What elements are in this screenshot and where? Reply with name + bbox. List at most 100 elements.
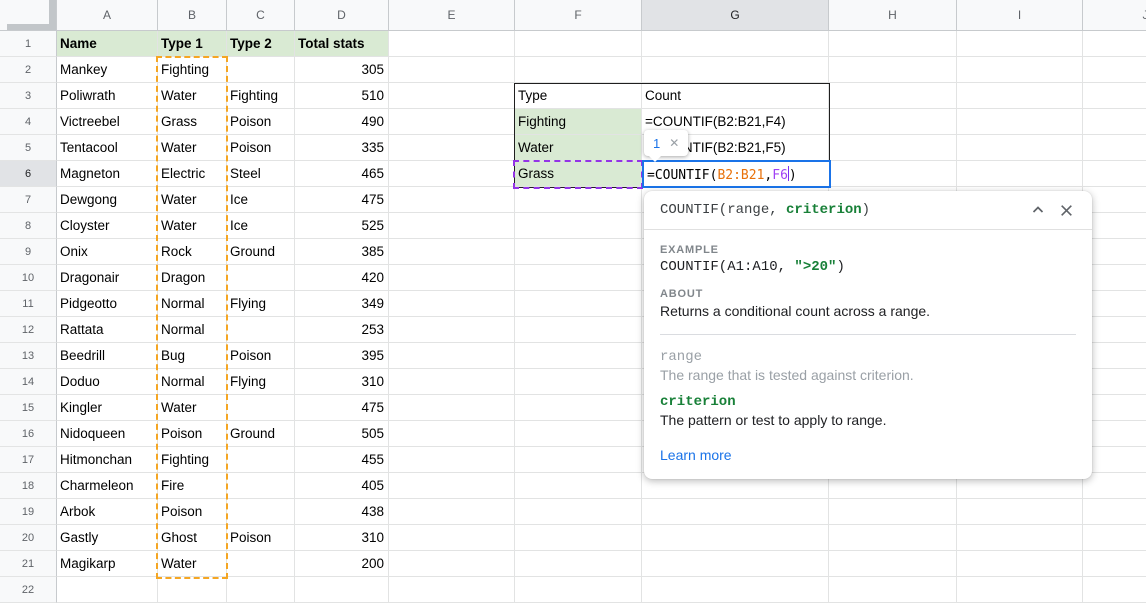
row-header-17[interactable]: 17 xyxy=(0,447,57,473)
cell-F18[interactable] xyxy=(515,473,642,499)
cell-A14[interactable]: Doduo xyxy=(57,369,158,395)
cell-E17[interactable] xyxy=(389,447,515,473)
cell-J21[interactable] xyxy=(1083,551,1146,577)
cell-J2[interactable] xyxy=(1083,57,1146,83)
cell-J8[interactable] xyxy=(1083,213,1146,239)
cell-C6[interactable]: Steel xyxy=(227,161,295,187)
cell-C8[interactable]: Ice xyxy=(227,213,295,239)
cell-J10[interactable] xyxy=(1083,265,1146,291)
cell-D6[interactable]: 465 xyxy=(295,161,389,187)
cell-F9[interactable] xyxy=(515,239,642,265)
cell-J20[interactable] xyxy=(1083,525,1146,551)
cell-F22[interactable] xyxy=(515,577,642,603)
cell-C16[interactable]: Ground xyxy=(227,421,295,447)
cell-F1[interactable] xyxy=(515,31,642,57)
cell-D19[interactable]: 438 xyxy=(295,499,389,525)
cell-D3[interactable]: 510 xyxy=(295,83,389,109)
select-all-corner[interactable] xyxy=(0,0,57,31)
row-header-9[interactable]: 9 xyxy=(0,239,57,265)
cell-D21[interactable]: 200 xyxy=(295,551,389,577)
cell-C5[interactable]: Poison xyxy=(227,135,295,161)
cell-D13[interactable]: 395 xyxy=(295,343,389,369)
row-header-15[interactable]: 15 xyxy=(0,395,57,421)
cell-A22[interactable] xyxy=(57,577,158,603)
cell-C19[interactable] xyxy=(227,499,295,525)
cell-D8[interactable]: 525 xyxy=(295,213,389,239)
cell-D9[interactable]: 385 xyxy=(295,239,389,265)
column-header-J[interactable]: J xyxy=(1083,0,1146,31)
cell-G22[interactable] xyxy=(642,577,829,603)
row-header-18[interactable]: 18 xyxy=(0,473,57,499)
cell-J6[interactable] xyxy=(1083,161,1146,187)
cell-C9[interactable]: Ground xyxy=(227,239,295,265)
close-icon[interactable] xyxy=(1052,196,1080,224)
cell-D2[interactable]: 305 xyxy=(295,57,389,83)
cell-C22[interactable] xyxy=(227,577,295,603)
cell-A13[interactable]: Beedrill xyxy=(57,343,158,369)
row-header-6[interactable]: 6 xyxy=(0,161,57,187)
cell-D12[interactable]: 253 xyxy=(295,317,389,343)
cell-F10[interactable] xyxy=(515,265,642,291)
cell-B13[interactable]: Bug xyxy=(158,343,227,369)
cell-E6[interactable] xyxy=(389,161,515,187)
cell-A10[interactable]: Dragonair xyxy=(57,265,158,291)
cell-I5[interactable] xyxy=(957,135,1083,161)
cell-H2[interactable] xyxy=(829,57,957,83)
cell-E14[interactable] xyxy=(389,369,515,395)
cell-J9[interactable] xyxy=(1083,239,1146,265)
cell-F12[interactable] xyxy=(515,317,642,343)
cell-D10[interactable]: 420 xyxy=(295,265,389,291)
cell-A9[interactable]: Onix xyxy=(57,239,158,265)
cell-C15[interactable] xyxy=(227,395,295,421)
cell-J14[interactable] xyxy=(1083,369,1146,395)
row-header-8[interactable]: 8 xyxy=(0,213,57,239)
cell-A2[interactable]: Mankey xyxy=(57,57,158,83)
cell-J13[interactable] xyxy=(1083,343,1146,369)
cell-A16[interactable]: Nidoqueen xyxy=(57,421,158,447)
cell-D11[interactable]: 349 xyxy=(295,291,389,317)
cell-G1[interactable] xyxy=(642,31,829,57)
cell-D20[interactable]: 310 xyxy=(295,525,389,551)
column-header-A[interactable]: A xyxy=(57,0,158,31)
cell-E15[interactable] xyxy=(389,395,515,421)
cell-C13[interactable]: Poison xyxy=(227,343,295,369)
cell-A15[interactable]: Kingler xyxy=(57,395,158,421)
row-header-12[interactable]: 12 xyxy=(0,317,57,343)
cell-A1[interactable]: Name xyxy=(57,31,158,57)
cell-J16[interactable] xyxy=(1083,421,1146,447)
cell-B15[interactable]: Water xyxy=(158,395,227,421)
cell-H5[interactable] xyxy=(829,135,957,161)
cell-A12[interactable]: Rattata xyxy=(57,317,158,343)
column-header-B[interactable]: B xyxy=(158,0,227,31)
column-header-C[interactable]: C xyxy=(227,0,295,31)
cell-F8[interactable] xyxy=(515,213,642,239)
cell-A7[interactable]: Dewgong xyxy=(57,187,158,213)
row-header-14[interactable]: 14 xyxy=(0,369,57,395)
cell-J17[interactable] xyxy=(1083,447,1146,473)
cell-D14[interactable]: 310 xyxy=(295,369,389,395)
cell-B16[interactable]: Poison xyxy=(158,421,227,447)
cell-I1[interactable] xyxy=(957,31,1083,57)
cell-C3[interactable]: Fighting xyxy=(227,83,295,109)
cell-J12[interactable] xyxy=(1083,317,1146,343)
row-header-16[interactable]: 16 xyxy=(0,421,57,447)
cell-J7[interactable] xyxy=(1083,187,1146,213)
cell-J5[interactable] xyxy=(1083,135,1146,161)
cell-A11[interactable]: Pidgeotto xyxy=(57,291,158,317)
cell-E21[interactable] xyxy=(389,551,515,577)
cell-C12[interactable] xyxy=(227,317,295,343)
cell-E11[interactable] xyxy=(389,291,515,317)
cell-B6[interactable]: Electric xyxy=(158,161,227,187)
cell-E1[interactable] xyxy=(389,31,515,57)
cell-I2[interactable] xyxy=(957,57,1083,83)
cell-G3[interactable]: Count xyxy=(642,83,829,109)
active-cell-formula-editor[interactable]: =COUNTIF(B2:B21,F6) xyxy=(642,160,831,188)
cell-H1[interactable] xyxy=(829,31,957,57)
cell-E4[interactable] xyxy=(389,109,515,135)
cell-J1[interactable] xyxy=(1083,31,1146,57)
cell-C11[interactable]: Flying xyxy=(227,291,295,317)
cell-I4[interactable] xyxy=(957,109,1083,135)
cell-J18[interactable] xyxy=(1083,473,1146,499)
cell-E9[interactable] xyxy=(389,239,515,265)
row-header-20[interactable]: 20 xyxy=(0,525,57,551)
